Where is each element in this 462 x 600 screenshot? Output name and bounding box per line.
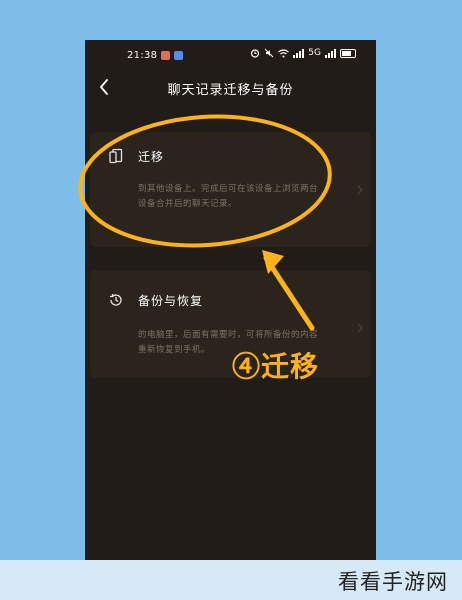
status-bar: 21:38 5G: [85, 40, 376, 70]
signal-strength-icon: [325, 48, 336, 58]
notification-app-icon: [174, 51, 183, 60]
chevron-right-icon: [357, 185, 363, 195]
network-type-label: 5G: [308, 48, 321, 58]
signal-strength-icon: [293, 48, 305, 58]
notification-app-icon: [161, 51, 170, 60]
status-indicators: 5G: [250, 48, 356, 58]
watermark: 看看手游网: [338, 570, 448, 594]
mute-icon: [264, 48, 274, 58]
highlight-ellipse: [78, 114, 332, 248]
battery-icon: [340, 48, 356, 58]
alarm-icon: [251, 49, 260, 58]
page-title: 聊天记录迁移与备份: [167, 83, 294, 98]
chevron-right-icon: [357, 323, 363, 333]
history-clock-icon: [110, 294, 122, 306]
pointer-arrow-icon: [262, 250, 315, 331]
wifi-icon: [278, 48, 290, 57]
chevron-left-icon[interactable]: [93, 75, 117, 99]
status-app-icons: [161, 51, 183, 60]
backup-restore-option-title: 备份与恢复: [138, 294, 204, 308]
status-time: 21:38: [127, 50, 158, 61]
nav-bar: 聊天记录迁移与备份: [85, 70, 376, 104]
step-annotation-label: ④迁移: [232, 350, 320, 383]
